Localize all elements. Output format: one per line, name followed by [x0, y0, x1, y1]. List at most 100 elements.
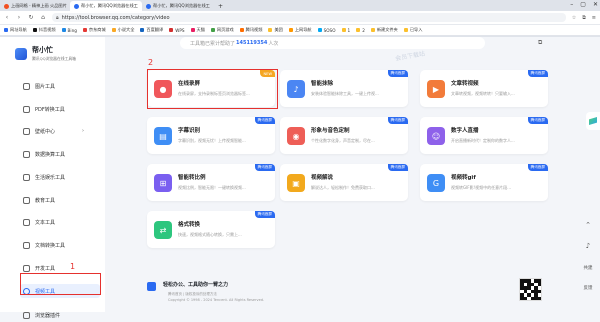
bell-button[interactable]: ♪ — [580, 242, 596, 250]
bookmark-icon — [32, 28, 37, 32]
plugin-icon — [23, 311, 30, 319]
browser-chrome: 上画网格 - 精神上画 火品图片 帮小忙，腾讯QQ浏览器在线工 帮小忙，腾讯QQ… — [0, 0, 600, 37]
bookmark-item[interactable]: 美团 — [268, 27, 283, 33]
extensions-icon[interactable]: ⧉ — [582, 15, 586, 21]
bookmark-item[interactable]: 小说大全 — [111, 27, 134, 33]
maximize-icon[interactable]: ▢ — [580, 1, 586, 8]
tool-badge: 腾讯首屏 — [527, 70, 548, 77]
sidebar-item-label: PDF转换工具 — [35, 106, 65, 113]
tool-desc: 安装体验智能抹除工具，一键上传视... — [311, 91, 379, 96]
back-icon[interactable]: ‹ — [4, 14, 10, 21]
dev-icon — [23, 264, 30, 272]
bookmark-icon — [288, 28, 293, 32]
tool-card[interactable]: ▣ 视频解说 解说达人，轻松制作！免费获取口... 腾讯首屏 — [280, 164, 408, 201]
home-icon[interactable]: ⌂ — [40, 14, 46, 21]
tool-desc: 快速，视频格式随心转换，只需上... — [178, 232, 242, 237]
tool-desc: 字幕识别，视频无忧！上传视频智能... — [178, 138, 246, 143]
annotation-label-1: 1 — [70, 262, 76, 271]
browser-tab-0[interactable]: 上画网格 - 精神上画 火品图片 — [0, 1, 70, 11]
bookmark-icon — [268, 28, 273, 32]
sidebar-item-plugin[interactable]: 浏览器插件 — [20, 308, 100, 322]
sidebar-item-text[interactable]: 文本工具 — [20, 215, 100, 229]
doc-icon — [23, 241, 30, 249]
data-icon — [23, 150, 30, 158]
bookmark-label: 网址导航 — [10, 27, 27, 32]
bookmark-item[interactable]: WPS — [169, 28, 185, 33]
bookmark-item[interactable]: 已导入 — [403, 27, 423, 33]
tool-card[interactable]: ☺ 数字人直播 开启直播新时代！定制你的数字人... 腾讯首屏 — [420, 117, 548, 154]
refresh-icon[interactable]: ↻ — [28, 14, 34, 21]
footer-copyright: Copyright © 1998 - 2024 Tencent. All Rig… — [168, 298, 265, 302]
bookmark-item[interactable]: 上网导航 — [288, 27, 312, 33]
bookmark-label: SOSO — [323, 27, 336, 33]
bookmark-icon — [111, 28, 116, 32]
search-input[interactable]: 工具箱已累计帮助了 145119354 人次 — [180, 37, 485, 49]
new-tab-button[interactable]: + — [214, 1, 227, 11]
bookmark-label: 美团 — [274, 27, 283, 32]
tool-icon: ▣ — [287, 174, 305, 192]
forward-icon[interactable]: › — [16, 14, 22, 21]
bookmark-item[interactable]: 网页游戏 — [210, 27, 234, 33]
sidebar-item-doc[interactable]: 文档转换工具 — [20, 238, 100, 252]
window-controls: – ▢ ✕ — [570, 1, 598, 8]
bookmark-label: 百度翻译 — [146, 27, 164, 32]
tool-card[interactable]: ♪ 智能抹除 安装体验智能抹除工具，一键上传视... 腾讯首屏 — [280, 70, 408, 107]
bookmark-item[interactable]: 腾讯视频 — [239, 27, 262, 33]
browser-tab-1[interactable]: 帮小忙，腾讯QQ浏览器在线工 — [70, 1, 142, 11]
bookmark-item[interactable]: 天猫 — [190, 27, 205, 33]
brand-logo[interactable]: 帮小忙 腾讯QQ浏览器在线工具箱 — [15, 45, 76, 62]
bookmark-label: 已导入 — [409, 27, 423, 32]
tool-card[interactable]: G 视频转gif 视频转GIF影!视频中的任意片段... 腾讯首屏 — [420, 164, 548, 201]
browser-tab-2[interactable]: 帮小忙，腾讯QQ浏览器在线工 — [142, 1, 214, 11]
bookmark-label: 上网导航 — [294, 27, 312, 32]
tool-card[interactable]: ▤ 字幕识别 字幕识别，视频无忧！上传视频智能... 腾讯首屏 — [147, 117, 275, 154]
sidebar-item-life[interactable]: 生活娱乐工具 — [20, 170, 100, 184]
sidebar-item-image[interactable]: 图片工具 — [20, 79, 100, 93]
bookmarks-bar: 网址导航 抖音视频 Bing 京东商城 小说大全 百度翻译 WPS 天猫 网页游戏 腾讯视频 美团 上… — [0, 24, 600, 36]
sidebar-item-label: 浏览器插件 — [35, 312, 61, 319]
bookmark-item[interactable]: 京东商城 — [82, 27, 106, 33]
bookmark-icon — [82, 28, 87, 32]
tool-card[interactable]: ◉ 形象与音色定制 个性化数字化身，声音定制，尽在... 腾讯首屏 — [280, 117, 408, 154]
tool-card[interactable]: ⊞ 智能转比例 视频比例，智能无限！一键转换视频... 腾讯首屏 — [147, 164, 275, 201]
bookmark-icon — [4, 28, 8, 32]
bookmark-icon — [239, 28, 244, 32]
tool-card[interactable]: ⇄ 格式转换 快速，视频格式随心转换，只需上... 腾讯首屏 — [147, 211, 275, 248]
bookmark-item[interactable]: 1 — [341, 28, 350, 33]
star-icon[interactable]: ☆ — [572, 15, 576, 21]
sidebar-item-edu[interactable]: 教育工具 — [20, 193, 100, 207]
tool-desc: 文章转视频，视频转转！只要输入... — [451, 91, 515, 96]
bookmark-item[interactable]: 新建文件夹 — [370, 27, 398, 33]
bookmark-icon — [317, 28, 322, 32]
sidebar-item-data[interactable]: 数据换算工具 — [20, 147, 100, 161]
bookmark-item[interactable]: SOSO — [317, 27, 336, 33]
tool-badge: 腾讯首屏 — [387, 70, 408, 77]
sidebar-item-label: 文档转换工具 — [35, 242, 66, 249]
bookmark-item[interactable]: 百度翻译 — [140, 27, 163, 33]
bookmark-item[interactable]: 抖音视频 — [32, 27, 56, 33]
sidebar-item-label: 图片工具 — [35, 83, 56, 90]
menu-icon[interactable]: ≡ — [592, 15, 596, 21]
close-icon[interactable]: ✕ — [593, 1, 598, 8]
back-to-top-button[interactable]: ⌃ — [580, 221, 596, 229]
sidebar-item-wallpaper[interactable]: 壁纸中心 › — [20, 124, 100, 138]
sidebar-item-pdf[interactable]: PDF转换工具 — [20, 102, 100, 116]
floating-app-icon[interactable] — [586, 112, 600, 130]
tool-icon: ⊞ — [154, 174, 172, 192]
bookmark-item[interactable]: 2 — [356, 28, 365, 33]
tab-favicon — [74, 3, 79, 9]
annotation-box-1 — [20, 273, 101, 295]
bookmark-item[interactable]: 网址导航 — [4, 27, 27, 33]
address-bar[interactable]: 🔒︎ https://tool.browser.qq.com/category/… — [52, 13, 566, 22]
share-icon[interactable]: ⧉ — [538, 39, 542, 47]
tool-icon: G — [427, 174, 445, 192]
toolbar-right: ☆ ⧉ ≡ — [572, 15, 596, 21]
minimize-icon[interactable]: – — [570, 1, 573, 8]
brand-tagline: 腾讯QQ浏览器在线工具箱 — [32, 56, 76, 61]
bookmark-label: Bing — [67, 27, 77, 33]
tool-card[interactable]: ▶ 文章转视频 文章转视频，视频转转！只要输入... 腾讯首屏 — [420, 70, 548, 107]
tool-desc: 个性化数字化身，声音定制，尽在... — [311, 138, 375, 143]
sidebar-item-label: 教育工具 — [35, 197, 56, 204]
bookmark-item[interactable]: Bing — [61, 27, 77, 33]
tab-title: 帮小忙，腾讯QQ浏览器在线工 — [153, 3, 210, 8]
